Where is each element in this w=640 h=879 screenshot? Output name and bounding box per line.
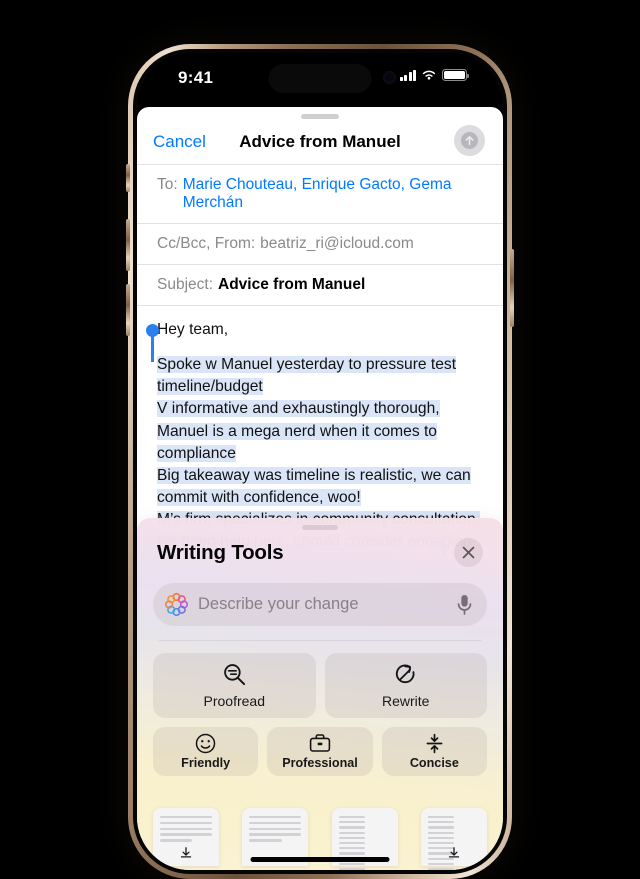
- doc-text-line: [338, 821, 365, 824]
- concise-button[interactable]: Concise: [381, 726, 487, 776]
- smiley-face-icon: [195, 733, 216, 753]
- phone-bezel: 9:41 Cancel Advice from Manuel To: Marie…: [133, 49, 507, 874]
- doc-text-line: [249, 816, 302, 819]
- doc-text-line: [338, 831, 365, 834]
- body-greeting: Hey team,: [157, 321, 229, 338]
- doc-text-line: [160, 821, 212, 825]
- send-button[interactable]: [454, 125, 485, 156]
- circle-arrow-rewrite-icon: [396, 664, 415, 683]
- to-recipients[interactable]: Marie Chouteau, Enrique Gacto, Gema Merc…: [183, 176, 483, 212]
- tone-actions-grid: Friendly Professional Concise: [137, 718, 503, 776]
- compress-arrows-icon: [426, 733, 443, 753]
- volume-up-button[interactable]: [126, 219, 130, 271]
- doc-text-line: [160, 833, 212, 836]
- body-line: Manuel is a mega nerd when it comes to: [157, 422, 437, 440]
- status-indicators: [399, 69, 469, 81]
- microphone-icon[interactable]: [456, 594, 473, 616]
- close-button[interactable]: [454, 538, 483, 567]
- friendly-label: Friendly: [181, 755, 231, 770]
- concise-label: Concise: [409, 755, 459, 770]
- cc-field-row[interactable]: Cc/Bcc, From: beatriz_ri@icloud.com: [137, 223, 503, 264]
- writing-tools-panel: Writing Tools Describe your change Proof…: [137, 518, 503, 870]
- battery-icon: [442, 69, 469, 81]
- body-line: Spoke w Manuel yesterday to pressure tes…: [157, 356, 457, 374]
- doc-text-line: [160, 827, 212, 830]
- body-line: V informative and exhaustingly thorough,: [157, 400, 440, 418]
- phone-frame: 9:41 Cancel Advice from Manuel To: Marie…: [126, 44, 514, 879]
- describe-change-input[interactable]: [198, 595, 447, 614]
- subject-field-row[interactable]: Subject: Advice from Manuel: [137, 264, 503, 305]
- download-arrow-icon: [448, 847, 460, 858]
- doc-text-line: [338, 852, 365, 855]
- download-arrow-icon: [180, 847, 192, 858]
- doc-text-line: [427, 841, 454, 845]
- to-field-row[interactable]: To: Marie Chouteau, Enrique Gacto, Gema …: [137, 164, 503, 223]
- subject-label: Subject:: [157, 276, 214, 293]
- magnifier-lines-icon: [223, 663, 245, 685]
- to-label: To:: [157, 176, 178, 193]
- apple-intelligence-icon: [164, 592, 189, 617]
- close-x-icon: [462, 546, 475, 559]
- volume-down-button[interactable]: [126, 284, 130, 336]
- doc-text-line: [427, 816, 454, 819]
- body-line: commit with confidence, woo!: [157, 488, 361, 506]
- doc-text-line: [338, 841, 365, 845]
- doc-text-line: [338, 867, 365, 870]
- cc-bcc-from-label: Cc/Bcc, From:: [157, 235, 256, 252]
- doc-text-line: [249, 827, 302, 830]
- proofread-label: Proofread: [203, 692, 265, 709]
- doc-text-line: [249, 821, 302, 825]
- doc-text-line: [338, 826, 365, 829]
- friendly-button[interactable]: Friendly: [153, 726, 259, 776]
- summary-card[interactable]: [153, 808, 219, 866]
- doc-text-line: [338, 862, 365, 865]
- professional-label: Professional: [282, 755, 358, 770]
- doc-text-line: [427, 836, 454, 839]
- doc-text-line: [249, 833, 302, 836]
- cellular-bars-icon: [399, 69, 416, 81]
- body-line: Big takeaway was timeline is realistic, …: [157, 466, 471, 484]
- cancel-button[interactable]: Cancel: [153, 132, 206, 152]
- send-arrow-up-icon: [461, 132, 478, 149]
- subject-value[interactable]: Advice from Manuel: [218, 276, 365, 294]
- dynamic-island[interactable]: [268, 64, 372, 93]
- rewrite-label: Rewrite: [382, 692, 430, 709]
- selection-start-handle[interactable]: [146, 324, 158, 362]
- front-camera-icon: [383, 71, 396, 84]
- proofread-button[interactable]: Proofread: [153, 652, 316, 718]
- doc-text-line: [427, 826, 454, 829]
- wifi-icon: [422, 70, 436, 80]
- doc-text-line: [338, 847, 365, 850]
- main-actions-grid: Proofread Rewrite: [137, 641, 503, 718]
- body-line: compliance: [157, 444, 236, 462]
- panel-header: Writing Tools: [137, 530, 503, 567]
- from-address[interactable]: beatriz_ri@icloud.com: [260, 235, 414, 253]
- mail-body[interactable]: Hey team, Spoke w Manuel yesterday to pr…: [137, 306, 503, 556]
- table-card[interactable]: [420, 808, 487, 870]
- doc-text-line: [427, 831, 454, 834]
- status-time: 9:41: [178, 68, 214, 87]
- doc-text-line: [338, 816, 365, 819]
- home-indicator[interactable]: [250, 856, 390, 862]
- doc-text-line: [249, 839, 282, 842]
- panel-title: Writing Tools: [157, 540, 284, 564]
- status-bar: 9:41: [137, 53, 503, 109]
- compose-nav-bar: Cancel Advice from Manuel: [137, 119, 503, 164]
- briefcase-icon: [309, 733, 331, 752]
- doc-text-line: [160, 839, 193, 842]
- professional-button[interactable]: Professional: [267, 726, 373, 776]
- rewrite-button[interactable]: Rewrite: [324, 652, 487, 718]
- doc-text-line: [427, 867, 454, 870]
- describe-change-row[interactable]: [153, 583, 487, 626]
- power-button[interactable]: [510, 249, 514, 327]
- body-line: timeline/budget: [157, 378, 263, 396]
- silent-switch[interactable]: [126, 164, 130, 192]
- doc-text-line: [427, 821, 454, 824]
- doc-text-line: [338, 836, 365, 839]
- phone-screen: 9:41 Cancel Advice from Manuel To: Marie…: [137, 53, 503, 870]
- doc-text-line: [160, 816, 212, 819]
- doc-text-line: [427, 862, 454, 865]
